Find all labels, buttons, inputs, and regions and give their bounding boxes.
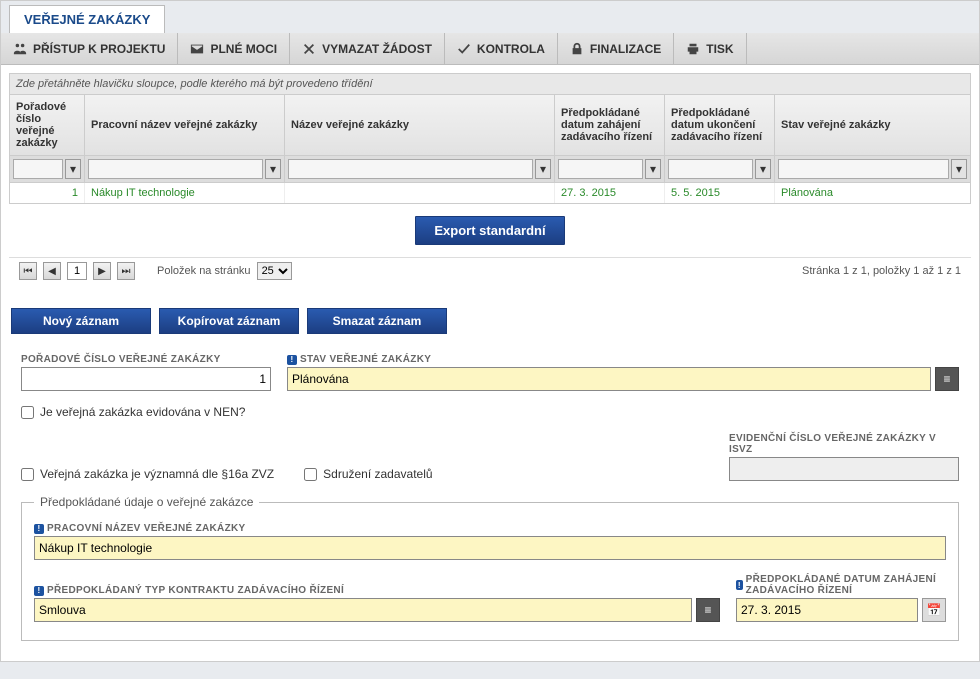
- toolbar-item-finalize[interactable]: FINALIZACE: [558, 33, 674, 64]
- evid-input[interactable]: [729, 457, 959, 481]
- grid-group-hint: Zde přetáhněte hlavičku sloupce, podle k…: [9, 73, 971, 95]
- list-icon: ≡: [943, 372, 950, 386]
- date-start-calendar-button[interactable]: 📅: [922, 598, 946, 622]
- contract-input[interactable]: [34, 598, 692, 622]
- filter-stat[interactable]: [778, 159, 949, 179]
- chk-significant-input[interactable]: [21, 468, 34, 481]
- ord-input[interactable]: [21, 367, 271, 391]
- required-icon: !: [287, 355, 297, 365]
- toolbar-item-print[interactable]: TISK: [674, 33, 746, 64]
- pager-last[interactable]: ⏭: [117, 262, 135, 280]
- chk-significant[interactable]: Veřejná zakázka je významná dle §16a ZVZ: [21, 467, 274, 481]
- mail-icon: [190, 42, 204, 56]
- toolbar-label: FINALIZACE: [590, 42, 661, 56]
- col-name[interactable]: Název veřejné zakázky: [285, 95, 555, 155]
- filter-pname[interactable]: [88, 159, 263, 179]
- cell-name: [285, 183, 555, 203]
- funnel-icon[interactable]: ▾: [65, 159, 81, 179]
- funnel-icon[interactable]: ▾: [951, 159, 967, 179]
- filter-name[interactable]: [288, 159, 533, 179]
- filter-d2[interactable]: [668, 159, 753, 179]
- col-pname[interactable]: Pracovní název veřejné zakázky: [85, 95, 285, 155]
- contract-picker-button[interactable]: ≡: [696, 598, 720, 622]
- funnel-icon[interactable]: ▾: [645, 159, 661, 179]
- required-icon: !: [736, 580, 743, 590]
- funnel-icon[interactable]: ▾: [535, 159, 551, 179]
- state-picker-button[interactable]: ≡: [935, 367, 959, 391]
- lock-icon: [570, 42, 584, 56]
- export-button[interactable]: Export standardní: [415, 216, 564, 245]
- cell-d1: 27. 3. 2015: [555, 183, 665, 203]
- grid-filter-row: ▾ ▾ ▾ ▾ ▾ ▾: [9, 156, 971, 183]
- required-icon: !: [34, 586, 44, 596]
- evid-label: EVIDENČNÍ ČÍSLO VEŘEJNÉ ZAKÁZKY V ISVZ: [729, 433, 959, 455]
- required-icon: !: [34, 524, 44, 534]
- toolbar-item-powers[interactable]: PLNÉ MOCI: [178, 33, 290, 64]
- toolbar-item-delete[interactable]: VYMAZAT ŽÁDOST: [290, 33, 445, 64]
- toolbar-label: TISK: [706, 42, 733, 56]
- filter-d1[interactable]: [558, 159, 643, 179]
- chk-nen-input[interactable]: [21, 406, 34, 419]
- print-icon: [686, 42, 700, 56]
- per-page-label: Položek na stránku: [157, 265, 251, 277]
- tab-public-contracts[interactable]: VEŘEJNÉ ZAKÁZKY: [9, 5, 165, 33]
- toolbar-label: PLNÉ MOCI: [210, 42, 277, 56]
- delete-record-button[interactable]: Smazat záznam: [307, 308, 447, 334]
- toolbar: PŘÍSTUP K PROJEKTU PLNÉ MOCI VYMAZAT ŽÁD…: [1, 33, 979, 65]
- grid-header: Pořadové číslo veřejné zakázky Pracovní …: [9, 95, 971, 156]
- filter-ord[interactable]: [13, 159, 63, 179]
- copy-record-button[interactable]: Kopírovat záznam: [159, 308, 299, 334]
- contract-label: ! PŘEDPOKLÁDANÝ TYP KONTRAKTU ZADÁVACÍHO…: [34, 585, 720, 596]
- date-start-label: ! PŘEDPOKLÁDANÉ DATUM ZAHÁJENÍ ZADÁVACÍH…: [736, 574, 946, 596]
- col-ord[interactable]: Pořadové číslo veřejné zakázky: [10, 95, 85, 155]
- people-icon: [13, 42, 27, 56]
- col-date-end[interactable]: Předpokládané datum ukončení zadávacího …: [665, 95, 775, 155]
- toolbar-item-access[interactable]: PŘÍSTUP K PROJEKTU: [1, 33, 178, 64]
- table-row[interactable]: 1 Nákup IT technologie 27. 3. 2015 5. 5.…: [9, 183, 971, 204]
- toolbar-label: KONTROLA: [477, 42, 545, 56]
- pname-label: ! PRACOVNÍ NÁZEV VEŘEJNÉ ZAKÁZKY: [34, 523, 946, 534]
- list-icon: ≡: [704, 603, 711, 617]
- pager-prev[interactable]: ◀: [43, 262, 61, 280]
- funnel-icon[interactable]: ▾: [755, 159, 771, 179]
- cell-d2: 5. 5. 2015: [665, 183, 775, 203]
- calendar-icon: 📅: [927, 603, 942, 617]
- state-label: ! STAV VEŘEJNÉ ZAKÁZKY: [287, 354, 959, 365]
- ord-label: POŘADOVÉ ČÍSLO VEŘEJNÉ ZAKÁZKY: [21, 354, 271, 365]
- cell-stat: Plánována: [775, 183, 970, 203]
- fieldset-legend: Předpokládané údaje o veřejné zakázce: [34, 495, 259, 509]
- pager-first[interactable]: ⏮: [19, 262, 37, 280]
- fieldset-estimated: Předpokládané údaje o veřejné zakázce ! …: [21, 495, 959, 641]
- chk-association-input[interactable]: [304, 468, 317, 481]
- new-record-button[interactable]: Nový záznam: [11, 308, 151, 334]
- cell-pname: Nákup IT technologie: [85, 183, 285, 203]
- col-date-start[interactable]: Předpokládané datum zahájení zadávacího …: [555, 95, 665, 155]
- chk-association[interactable]: Sdružení zadavatelů: [304, 467, 432, 481]
- cross-icon: [302, 42, 316, 56]
- per-page-select[interactable]: 25: [257, 262, 292, 280]
- pager-page-input[interactable]: [67, 262, 87, 280]
- check-icon: [457, 42, 471, 56]
- chk-nen[interactable]: Je veřejná zakázka evidována v NEN?: [21, 405, 245, 419]
- funnel-icon[interactable]: ▾: [265, 159, 281, 179]
- toolbar-label: PŘÍSTUP K PROJEKTU: [33, 42, 165, 56]
- date-start-input[interactable]: [736, 598, 918, 622]
- cell-ord: 1: [10, 183, 85, 203]
- col-status[interactable]: Stav veřejné zakázky: [775, 95, 970, 155]
- toolbar-label: VYMAZAT ŽÁDOST: [322, 42, 432, 56]
- pager-summary: Stránka 1 z 1, položky 1 až 1 z 1: [802, 265, 961, 277]
- toolbar-item-check[interactable]: KONTROLA: [445, 33, 558, 64]
- pname-input[interactable]: [34, 536, 946, 560]
- state-input[interactable]: [287, 367, 931, 391]
- pager-next[interactable]: ▶: [93, 262, 111, 280]
